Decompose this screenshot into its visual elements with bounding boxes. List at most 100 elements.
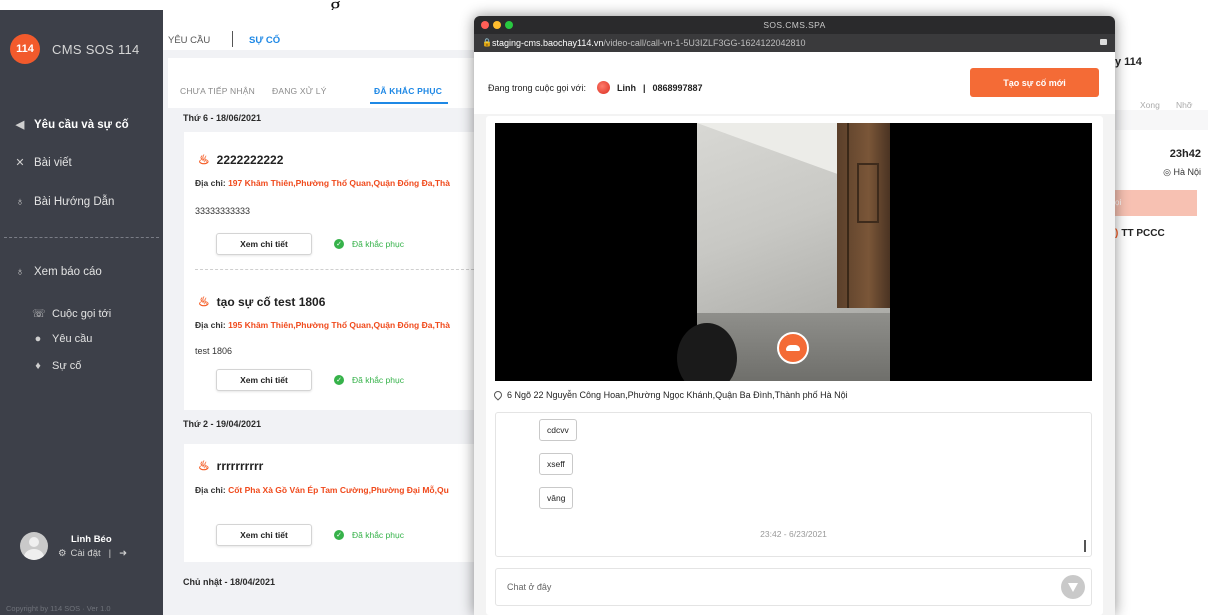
- chat-message: cdcvv: [539, 419, 577, 441]
- status-tabs: CHƯA TIẾP NHẬN ĐANG XỬ LÝ ĐÃ KHẮC PHỤC: [168, 58, 483, 108]
- incident-address: Địa chỉ: 195 Khâm Thiên,Phường Thổ Quan,…: [195, 320, 485, 330]
- address-value: Cốt Pha Xà Gồ Ván Ép Tam Cường,Phường Đạ…: [228, 485, 449, 495]
- day-header: Chủ nhật - 18/04/2021: [183, 577, 276, 587]
- user-profile: Linh Béo ⚙ Cài đặt | ➜: [20, 532, 127, 560]
- day-header: Thứ 2 - 19/04/2021: [183, 419, 262, 429]
- window-titlebar: SOS.CMS.SPA: [474, 16, 1115, 34]
- sidebar-item-guides[interactable]: ♁ Bài Hướng Dẫn: [14, 196, 115, 208]
- top-strip: [0, 0, 1208, 10]
- hang-up-button[interactable]: [777, 332, 809, 364]
- chat-messages[interactable]: cdcvv xseff vâng 23:42 - 6/23/2021: [495, 412, 1092, 557]
- chat-message: vâng: [539, 487, 574, 509]
- tab-not-received[interactable]: CHƯA TIẾP NHẬN: [180, 86, 255, 96]
- tab-resolved[interactable]: ĐÃ KHẮC PHỤC: [374, 86, 442, 96]
- sidebar-item-label: Sự cố: [52, 360, 82, 372]
- call-action-button[interactable]: ọi: [1115, 190, 1197, 216]
- address-label: Địa chỉ:: [195, 178, 226, 188]
- status-badge: ✓ Đã khắc phục: [334, 239, 404, 249]
- view-detail-button[interactable]: Xem chi tiết: [216, 233, 312, 255]
- call-list-panel: y 114 Xong Nhỡ 23h42 ◎ Hà Nội ọi TT PCCC: [1115, 10, 1208, 615]
- address-value: 197 Khâm Thiên,Phường Thổ Quan,Quận Đống…: [228, 178, 450, 188]
- incident-title-text: 2222222222: [216, 153, 284, 167]
- user-settings: ⚙ Cài đặt | ➜: [58, 548, 127, 559]
- incident-card: ♨ rrrrrrrrrr Địa chỉ: Cốt Pha Xà Gồ Ván …: [184, 444, 484, 562]
- send-button[interactable]: [1061, 575, 1085, 599]
- avatar[interactable]: [20, 532, 48, 560]
- sidebar-item-articles[interactable]: ✕ Bài viết: [14, 156, 72, 170]
- tools-icon: ✕: [15, 157, 25, 169]
- status-label: Đã khắc phục: [352, 530, 404, 540]
- call-info: Đang trong cuộc gọi với: Linh | 08689978…: [488, 81, 703, 94]
- video-cabinet-panel: [857, 163, 879, 223]
- brand[interactable]: 114 CMS SOS 114: [10, 34, 140, 64]
- fire-icon: ♨: [198, 458, 210, 473]
- address-bar[interactable]: 🔒 staging-cms.baochay114.vn/video-call/c…: [474, 34, 1115, 52]
- pin-icon: ♁: [15, 196, 25, 208]
- caller-name: Linh: [616, 82, 636, 93]
- sidebar-item-incoming-calls[interactable]: ☏ Cuộc gọi tới: [32, 307, 111, 321]
- copyright: Copyright by 114 SOS · Ver 1.0: [6, 604, 111, 613]
- tab-done[interactable]: Xong: [1140, 100, 1160, 110]
- tab-missed[interactable]: Nhỡ: [1176, 100, 1192, 110]
- logout-icon[interactable]: ➜: [119, 548, 127, 559]
- gear-icon: ⚙: [58, 547, 67, 559]
- incident-title[interactable]: ♨ 2222222222: [198, 152, 283, 168]
- call-header: Đang trong cuộc gọi với: Linh | 08689978…: [474, 52, 1115, 114]
- message-timestamp: 23:42 - 6/23/2021: [760, 529, 827, 539]
- sidebar-item-label: Bài Hướng Dẫn: [34, 196, 115, 208]
- check-circle-icon: ✓: [334, 375, 344, 385]
- incident-title[interactable]: ♨ tạo sự cố test 1806: [198, 294, 325, 310]
- status-badge: ✓ Đã khắc phục: [334, 375, 404, 385]
- phone-hangup-icon: [786, 345, 800, 351]
- caller-address: 6 Ngõ 22 Nguyễn Công Hoan,Phường Ngọc Kh…: [492, 389, 848, 401]
- incident-title-text: rrrrrrrrrr: [216, 459, 264, 473]
- location-pin-icon: ◎: [1163, 167, 1174, 177]
- fire-icon: ♦: [35, 360, 41, 372]
- tab-incidents[interactable]: SỰ CỐ: [249, 35, 280, 46]
- send-icon: [1068, 583, 1078, 592]
- top-tabs: YÊU CẦU SỰ CỐ: [163, 10, 483, 50]
- call-list-title: y 114: [1115, 56, 1142, 68]
- caller-avatar: [596, 81, 610, 94]
- settings-separator: |: [108, 547, 112, 559]
- settings-link[interactable]: Cài đặt: [71, 548, 101, 559]
- unit-label: TT PCCC: [1115, 228, 1164, 239]
- sidebar-item-requests-incidents[interactable]: ◀ Yêu cầu và sự cố: [14, 118, 129, 132]
- caller-address-text: 6 Ngõ 22 Nguyễn Công Hoan,Phường Ngọc Kh…: [507, 390, 848, 400]
- brand-logo-icon: 114: [10, 34, 40, 64]
- url-host: staging-cms.baochay114.vn: [492, 38, 604, 48]
- caller-separator: |: [642, 82, 646, 93]
- sidebar-item-incidents[interactable]: ♦ Sự cố: [32, 360, 81, 372]
- sidebar-item-label: Yêu cầu: [52, 333, 93, 345]
- view-detail-button[interactable]: Xem chi tiết: [216, 524, 312, 546]
- call-status-label: Đang trong cuộc gọi với:: [488, 82, 586, 93]
- tab-requests[interactable]: YÊU CẦU: [168, 35, 210, 46]
- create-incident-button[interactable]: Tạo sự cố mới: [970, 68, 1099, 97]
- view-detail-button[interactable]: Xem chi tiết: [216, 369, 312, 391]
- incident-list-panel: YÊU CẦU SỰ CỐ CHƯA TIẾP NHẬN ĐANG XỬ LÝ …: [163, 10, 485, 615]
- sidebar-item-requests[interactable]: ● Yêu cầu: [32, 333, 93, 345]
- call-time: 23h42: [1169, 148, 1201, 160]
- caller-phone: 0868997887: [652, 82, 703, 93]
- incident-card: ♨ 2222222222 Địa chỉ: 197 Khâm Thiên,Phư…: [184, 132, 484, 285]
- tab-separator: [232, 31, 233, 47]
- incident-description: 33333333333: [195, 206, 251, 216]
- call-body: 6 Ngõ 22 Nguyễn Công Hoan,Phường Ngọc Kh…: [486, 116, 1103, 615]
- fire-icon: ♨: [198, 152, 210, 167]
- sidebar-item-label: Bài viết: [34, 156, 72, 169]
- pin-icon: ♁: [15, 266, 25, 278]
- chat-scrollbar[interactable]: [1084, 540, 1086, 552]
- incident-title[interactable]: ♨ rrrrrrrrrr: [198, 458, 263, 474]
- tab-in-progress[interactable]: ĐANG XỬ LÝ: [272, 86, 327, 96]
- sidebar-item-label: Xem báo cáo: [34, 266, 102, 278]
- status-badge: ✓ Đã khắc phục: [334, 530, 404, 540]
- sidebar-item-label: Yêu cầu và sự cố: [34, 118, 129, 131]
- video-call-window: SOS.CMS.SPA 🔒 staging-cms.baochay114.vn/…: [474, 16, 1115, 615]
- url-path: /video-call/call-vn-1-5U3IZLF3GG-1624122…: [603, 38, 806, 48]
- megaphone-icon: ◀: [15, 119, 25, 131]
- brand-name: CMS SOS 114: [52, 41, 140, 57]
- url-text[interactable]: staging-cms.baochay114.vn/video-call/cal…: [492, 38, 806, 48]
- sidebar-item-reports[interactable]: ♁ Xem báo cáo: [14, 266, 102, 278]
- chat-input[interactable]: [495, 568, 1092, 606]
- status-label: Đã khắc phục: [352, 239, 404, 249]
